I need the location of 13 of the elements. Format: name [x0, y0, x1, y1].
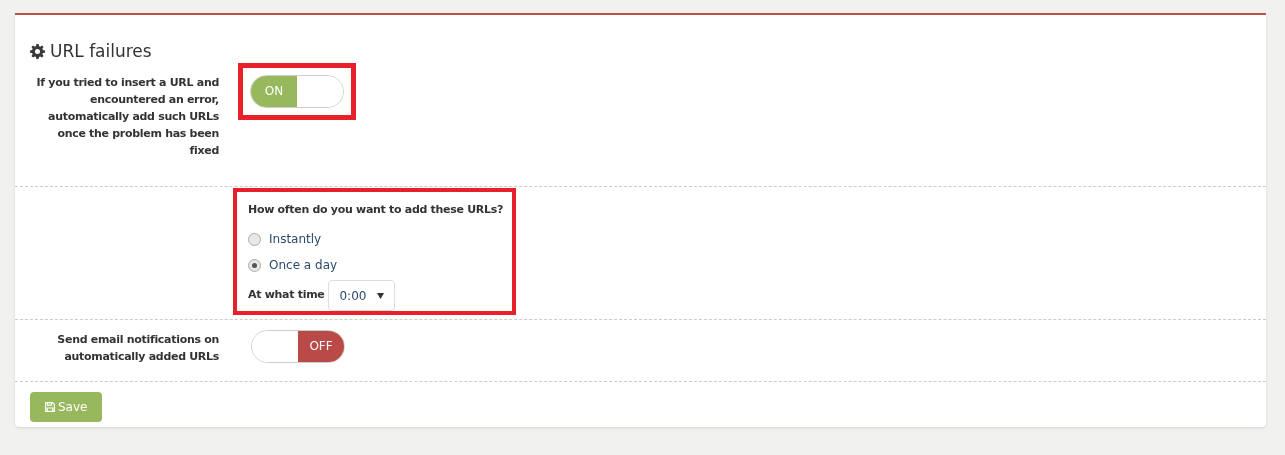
setting-label: If you tried to insert a URL and encountered an error, automatically add such URLs once the problem has been fixed: [35, 74, 219, 159]
radio-option[interactable]: Once a day: [248, 252, 338, 278]
caret-icon: [377, 292, 385, 299]
setting-label: Send email notifications on automatically added URLs: [56, 331, 219, 365]
toggle-switch[interactable]: OFF: [251, 329, 345, 363]
radio-option[interactable]: Instantly: [248, 226, 322, 252]
radio-button[interactable]: [248, 232, 261, 246]
gear-icon: [30, 44, 45, 60]
time-label: At what time: [248, 287, 325, 304]
section-title: URL failures: [50, 40, 152, 63]
radio-button[interactable]: [248, 258, 261, 272]
time-dropdown[interactable]: 0:00: [328, 280, 396, 311]
question-label: How often do you want to add these URLs?: [248, 201, 503, 218]
